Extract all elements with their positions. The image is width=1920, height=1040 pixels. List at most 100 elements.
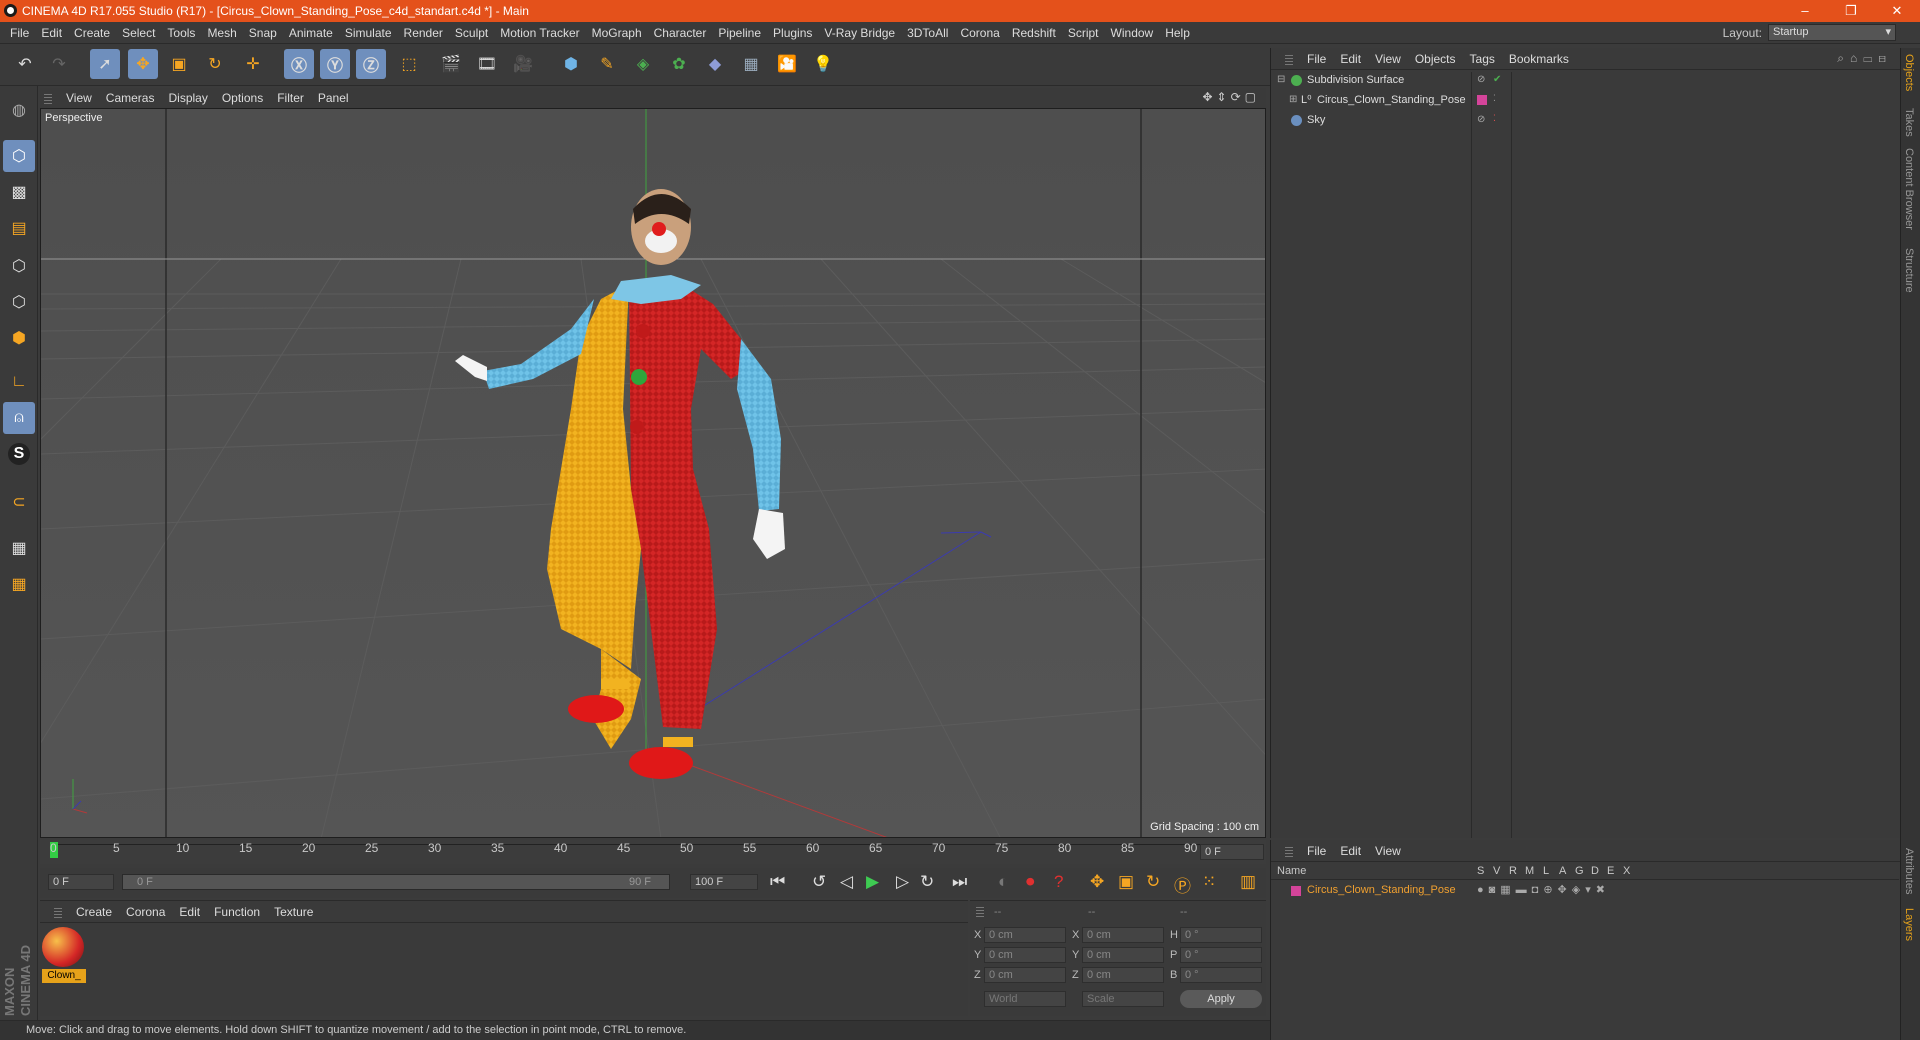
z-axis-lock-button[interactable]: Ⓩ [356, 49, 386, 79]
expand-toggle-icon[interactable]: ⊞ [1289, 94, 1297, 105]
subdivision-surface-button[interactable]: ◈ [628, 49, 658, 79]
material-swatch[interactable]: Clown_ [42, 927, 86, 985]
material-menu-texture[interactable]: Texture [274, 905, 313, 919]
key-pla-icon[interactable]: ⁙ [1202, 872, 1216, 892]
key-rotation-icon[interactable]: ↻ [1146, 872, 1160, 892]
polygons-mode-button[interactable]: ⬢ [3, 322, 35, 354]
viewport-menu-cameras[interactable]: Cameras [106, 91, 155, 105]
rotation-p-field[interactable]: 0 ° [1180, 947, 1262, 963]
tab-content-browser[interactable]: Content Browser [1903, 148, 1915, 230]
object-menu-objects[interactable]: Objects [1415, 52, 1456, 66]
layer-color-swatch[interactable] [1291, 886, 1301, 896]
menu-character[interactable]: Character [654, 26, 707, 40]
layer-color-swatch[interactable] [1477, 95, 1487, 105]
object-menu-tags[interactable]: Tags [1470, 52, 1495, 66]
prev-key-button[interactable]: ↺ [812, 872, 826, 892]
menu-3dtoall[interactable]: 3DToAll [907, 26, 948, 40]
layer-flag-icons[interactable]: ●◙▦▬◘⊕✥◈▾✖ [1477, 883, 1610, 896]
key-param-icon[interactable]: Ⓟ [1174, 872, 1191, 897]
live-selection-button[interactable]: ➚ [90, 49, 120, 79]
layer-tag-icon[interactable]: ⊘ [1477, 74, 1485, 85]
next-key-button[interactable]: ↻ [920, 872, 934, 892]
goto-end-button[interactable]: ⏭ [952, 872, 967, 892]
menu-animate[interactable]: Animate [289, 26, 333, 40]
camera-object-button[interactable]: 🎦 [772, 49, 802, 79]
minimize-button[interactable]: – [1782, 0, 1828, 22]
transform-tool-button[interactable]: ✛ [238, 49, 268, 79]
viewport-menu-view[interactable]: View [66, 91, 92, 105]
tab-attributes[interactable]: Attributes [1903, 848, 1915, 894]
scale-tool-button[interactable]: ▣ [164, 49, 194, 79]
apply-button[interactable]: Apply [1180, 990, 1262, 1008]
model-mode-button[interactable]: ⬡ [3, 140, 35, 172]
render-picture-viewer-button[interactable]: 🎞 [472, 49, 502, 79]
layer-menu-edit[interactable]: Edit [1340, 844, 1361, 858]
deformer-button[interactable]: ◆ [700, 49, 730, 79]
menu-script[interactable]: Script [1068, 26, 1099, 40]
object-menu-bookmarks[interactable]: Bookmarks [1509, 52, 1569, 66]
object-menu-view[interactable]: View [1375, 52, 1401, 66]
enabled-check-icon[interactable]: ✔ [1493, 74, 1501, 85]
render-settings-button[interactable]: 🎥 [508, 49, 538, 79]
menu-snap[interactable]: Snap [249, 26, 277, 40]
timeline-ruler[interactable]: 0 5 10 15 20 25 30 35 40 45 50 55 60 65 … [40, 840, 1266, 864]
object-menu-edit[interactable]: Edit [1340, 52, 1361, 66]
menu-simulate[interactable]: Simulate [345, 26, 392, 40]
keyframe-help-icon[interactable]: ? [1054, 872, 1063, 892]
auto-key-icon[interactable]: ⏺ [1026, 872, 1035, 892]
step-forward-button[interactable]: ▷ [896, 872, 909, 892]
position-x-field[interactable]: 0 cm [984, 927, 1066, 943]
menu-mesh[interactable]: Mesh [207, 26, 236, 40]
object-row[interactable]: ⊟ Subdivision Surface ⊘ ✔ [1271, 72, 1899, 90]
cube-object-button[interactable]: ⬢ [556, 49, 586, 79]
goto-start-button[interactable]: ⏮ [770, 872, 785, 892]
workplane-lock-button[interactable]: ▦ [3, 532, 35, 564]
material-menu-create[interactable]: Create [76, 905, 112, 919]
make-editable-button[interactable]: ◍ [3, 94, 35, 126]
tab-structure[interactable]: Structure [1903, 248, 1915, 293]
menu-plugins[interactable]: Plugins [773, 26, 812, 40]
maximize-button[interactable]: ❐ [1828, 0, 1874, 22]
step-back-button[interactable]: ◁ [840, 872, 853, 892]
material-menu-function[interactable]: Function [214, 905, 260, 919]
viewport-3d[interactable]: Perspective Grid Spacing : 100 cm [40, 108, 1266, 838]
viewport-nav-icons[interactable]: ✥⇕⟳▢ [1202, 90, 1260, 104]
record-key-icon[interactable]: ◐ [998, 872, 1008, 892]
object-row[interactable]: ⊞ L⁰ Circus_Clown_Standing_Pose ⁚ [1271, 92, 1899, 110]
layer-tag-icon[interactable]: ⊘ [1477, 114, 1485, 125]
material-menu-corona[interactable]: Corona [126, 905, 165, 919]
menu-tools[interactable]: Tools [167, 26, 195, 40]
layer-menu-view[interactable]: View [1375, 844, 1401, 858]
object-row[interactable]: Sky ⊘ ⁚ [1271, 112, 1899, 130]
close-button[interactable]: ✕ [1874, 0, 1920, 22]
menu-file[interactable]: File [10, 26, 29, 40]
size-y-field[interactable]: 0 cm [1082, 947, 1164, 963]
workplane-mode-button[interactable]: ▤ [3, 212, 35, 244]
tab-takes[interactable]: Takes [1903, 108, 1915, 137]
tab-layers[interactable]: Layers [1903, 908, 1915, 941]
viewport-menu-display[interactable]: Display [168, 91, 207, 105]
menu-sculpt[interactable]: Sculpt [455, 26, 488, 40]
size-x-field[interactable]: 0 cm [1082, 927, 1164, 943]
play-button[interactable]: ▶ [866, 872, 879, 892]
rotation-b-field[interactable]: 0 ° [1180, 967, 1262, 983]
viewport-menu-panel[interactable]: Panel [318, 91, 349, 105]
mograph-cloner-button[interactable]: ✿ [664, 49, 694, 79]
object-menu-file[interactable]: File [1307, 52, 1326, 66]
coord-system-dropdown[interactable]: World [984, 991, 1066, 1007]
viewport-menu-filter[interactable]: Filter [277, 91, 304, 105]
floor-object-button[interactable]: ▦ [736, 49, 766, 79]
rotate-tool-button[interactable]: ↻ [200, 49, 230, 79]
frame-range-slider[interactable]: 0 F 90 F [122, 874, 670, 890]
current-frame-field[interactable]: 0 F [1200, 844, 1264, 860]
y-axis-lock-button[interactable]: Ⓨ [320, 49, 350, 79]
axis-mode-button[interactable]: ∟ [3, 366, 35, 398]
menu-edit[interactable]: Edit [41, 26, 62, 40]
menu-help[interactable]: Help [1165, 26, 1190, 40]
tab-objects[interactable]: Objects [1903, 54, 1915, 91]
tweak-mode-button[interactable]: ⍝ [3, 402, 35, 434]
snap-button[interactable]: ⊂ [3, 486, 35, 518]
menu-render[interactable]: Render [404, 26, 443, 40]
menu-corona[interactable]: Corona [960, 26, 999, 40]
spline-pen-button[interactable]: ✎ [592, 49, 622, 79]
